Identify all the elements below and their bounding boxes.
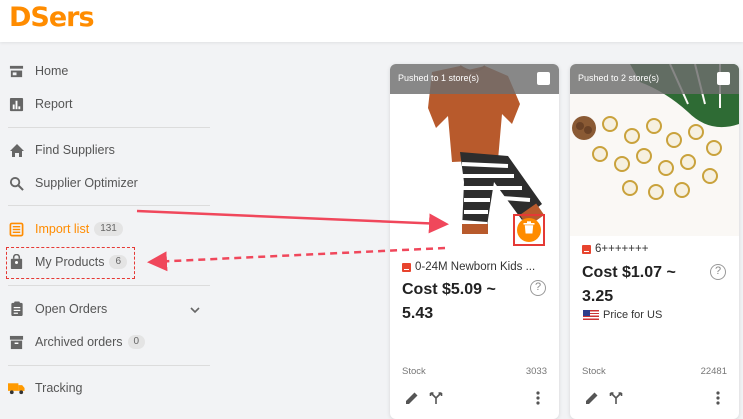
arrow-to-my-products [147, 246, 446, 272]
annotation-arrows [136, 209, 449, 272]
arrow-to-trash [136, 209, 449, 234]
